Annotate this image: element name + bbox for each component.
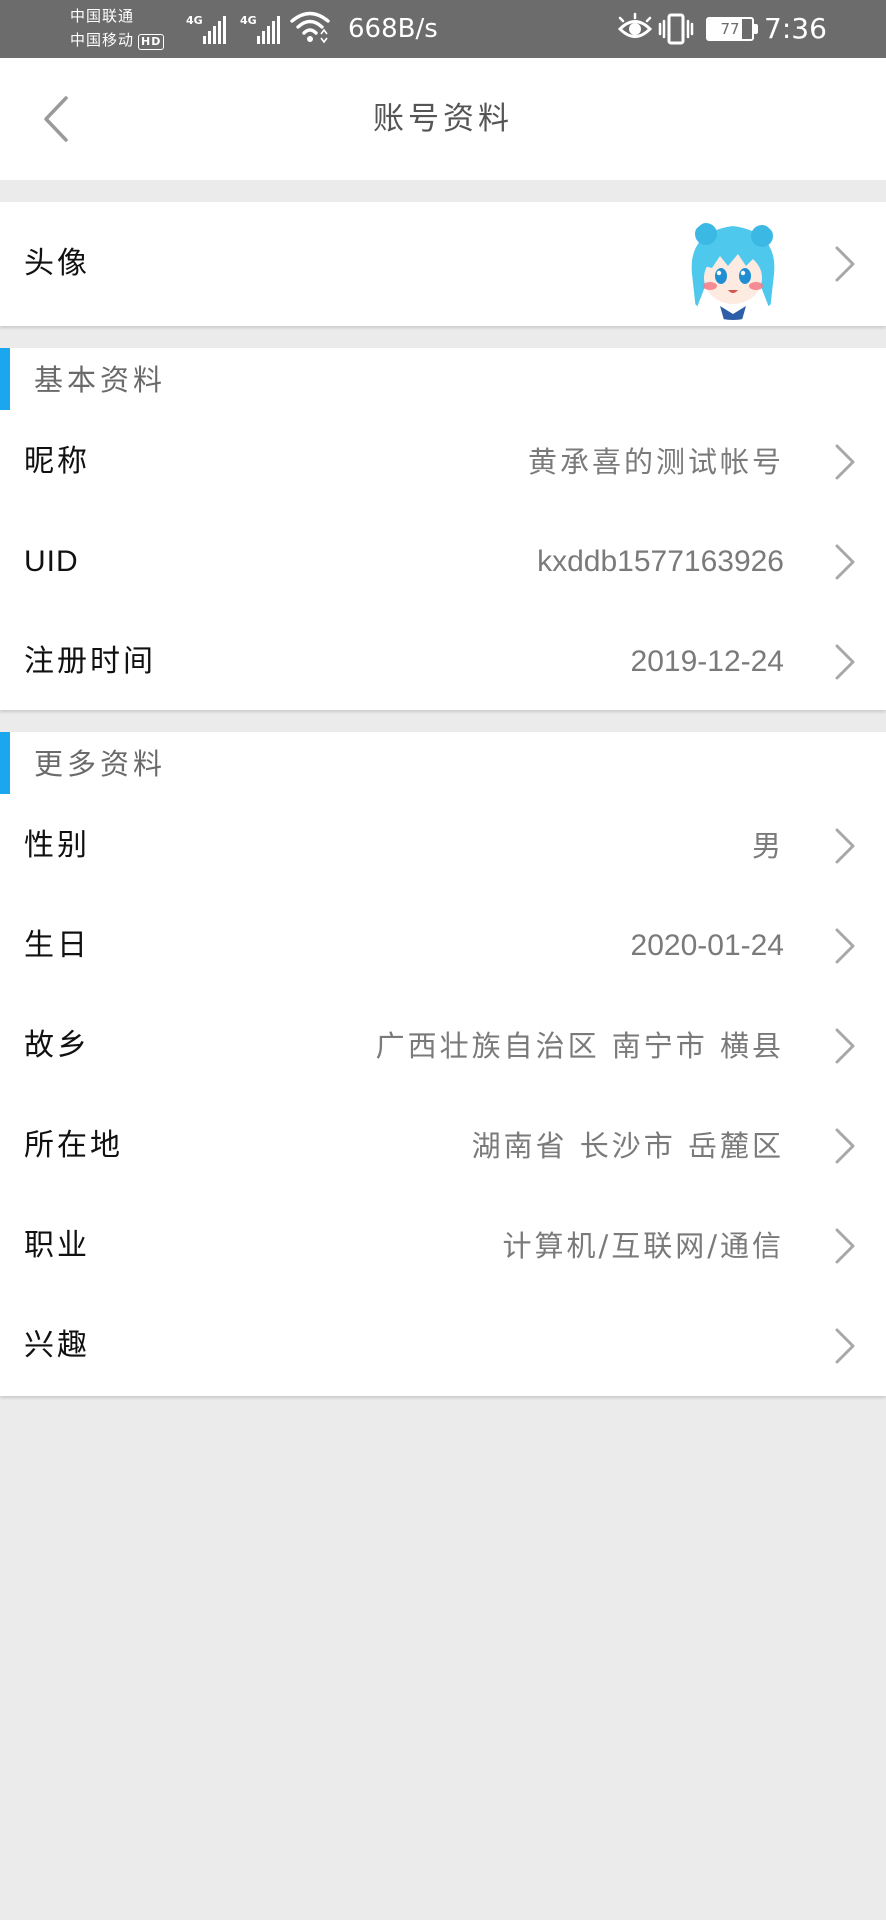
network-type-1: 4G xyxy=(186,14,203,27)
uid-row[interactable]: UID kxddb1577163926 xyxy=(0,512,886,612)
nav-bar: 账号资料 xyxy=(0,58,886,180)
birthday-row[interactable]: 生日 2020-01-24 xyxy=(0,896,886,996)
row-label: 职业 xyxy=(24,1228,90,1263)
network-type-2: 4G xyxy=(240,14,257,27)
row-label: 性别 xyxy=(24,828,90,863)
row-value: 2019-12-24 xyxy=(630,645,784,678)
net-speed: 668B/s xyxy=(348,14,438,44)
row-value: 广西壮族自治区 南宁市 横县 xyxy=(375,1029,784,1063)
vibrate-icon xyxy=(658,13,694,45)
chevron-right-icon xyxy=(835,1028,855,1064)
hd-badge: HD xyxy=(138,34,165,50)
more-section-header: 更多资料 xyxy=(0,732,886,794)
eye-icon xyxy=(618,12,652,38)
location-row[interactable]: 所在地 湖南省 长沙市 岳麓区 xyxy=(0,1096,886,1196)
row-label: 所在地 xyxy=(24,1128,123,1163)
avatar-card: 头像 xyxy=(0,202,886,326)
carrier-info: 中国联通 中国移动 HD xyxy=(70,4,165,52)
register-date-row[interactable]: 注册时间 2019-12-24 xyxy=(0,612,886,712)
signal-2-icon: 4G xyxy=(240,12,286,44)
row-value: 2020-01-24 xyxy=(630,929,784,962)
clock: 7:36 xyxy=(764,12,827,45)
status-bar: 中国联通 中国移动 HD 4G 4G 668B/s 77 7:36 xyxy=(0,0,886,58)
chevron-right-icon xyxy=(835,1228,855,1264)
row-label: 生日 xyxy=(24,928,90,963)
section-title: 更多资料 xyxy=(34,747,167,781)
row-value: kxddb1577163926 xyxy=(537,545,784,578)
row-label: 故乡 xyxy=(24,1028,90,1063)
carrier-1: 中国联通 xyxy=(70,7,135,25)
chevron-right-icon xyxy=(835,544,855,580)
wifi-icon xyxy=(290,11,330,44)
chevron-right-icon xyxy=(835,444,855,480)
battery-icon: 77 xyxy=(706,17,758,41)
avatar[interactable] xyxy=(680,214,786,320)
page-title: 账号资料 xyxy=(373,101,513,137)
basic-section-header: 基本资料 xyxy=(0,348,886,410)
section-title: 基本资料 xyxy=(34,363,167,397)
row-value: 湖南省 长沙市 岳麓区 xyxy=(471,1129,784,1163)
avatar-row[interactable]: 头像 xyxy=(0,214,886,320)
interests-row[interactable]: 兴趣 xyxy=(0,1296,886,1396)
occupation-row[interactable]: 职业 计算机/互联网/通信 xyxy=(0,1196,886,1296)
chevron-right-icon xyxy=(835,828,855,864)
gender-row[interactable]: 性别 男 xyxy=(0,796,886,896)
more-info-card: 更多资料 性别 男 生日 2020-01-24 故乡 广西壮族自治区 南宁市 横… xyxy=(0,732,886,1396)
carrier-2: 中国移动 xyxy=(70,31,135,49)
row-value: 黄承喜的测试帐号 xyxy=(527,445,784,479)
basic-info-card: 基本资料 昵称 黄承喜的测试帐号 UID kxddb1577163926 注册时… xyxy=(0,348,886,710)
section-accent-bar xyxy=(0,348,10,410)
row-value: 计算机/互联网/通信 xyxy=(502,1229,784,1263)
signal-1-icon: 4G xyxy=(186,12,232,44)
hometown-row[interactable]: 故乡 广西壮族自治区 南宁市 横县 xyxy=(0,996,886,1096)
row-label: 兴趣 xyxy=(24,1328,90,1363)
row-label: UID xyxy=(24,545,79,578)
battery-level: 77 xyxy=(720,20,740,38)
avatar-label: 头像 xyxy=(24,246,90,281)
row-label: 注册时间 xyxy=(24,644,156,679)
chevron-right-icon xyxy=(835,644,855,680)
row-label: 昵称 xyxy=(24,444,90,479)
nickname-row[interactable]: 昵称 黄承喜的测试帐号 xyxy=(0,412,886,512)
section-accent-bar xyxy=(0,732,10,794)
chevron-right-icon xyxy=(835,1128,855,1164)
chevron-right-icon xyxy=(835,246,855,282)
row-value: 男 xyxy=(751,829,784,863)
chevron-right-icon xyxy=(835,1328,855,1364)
chevron-right-icon xyxy=(835,928,855,964)
